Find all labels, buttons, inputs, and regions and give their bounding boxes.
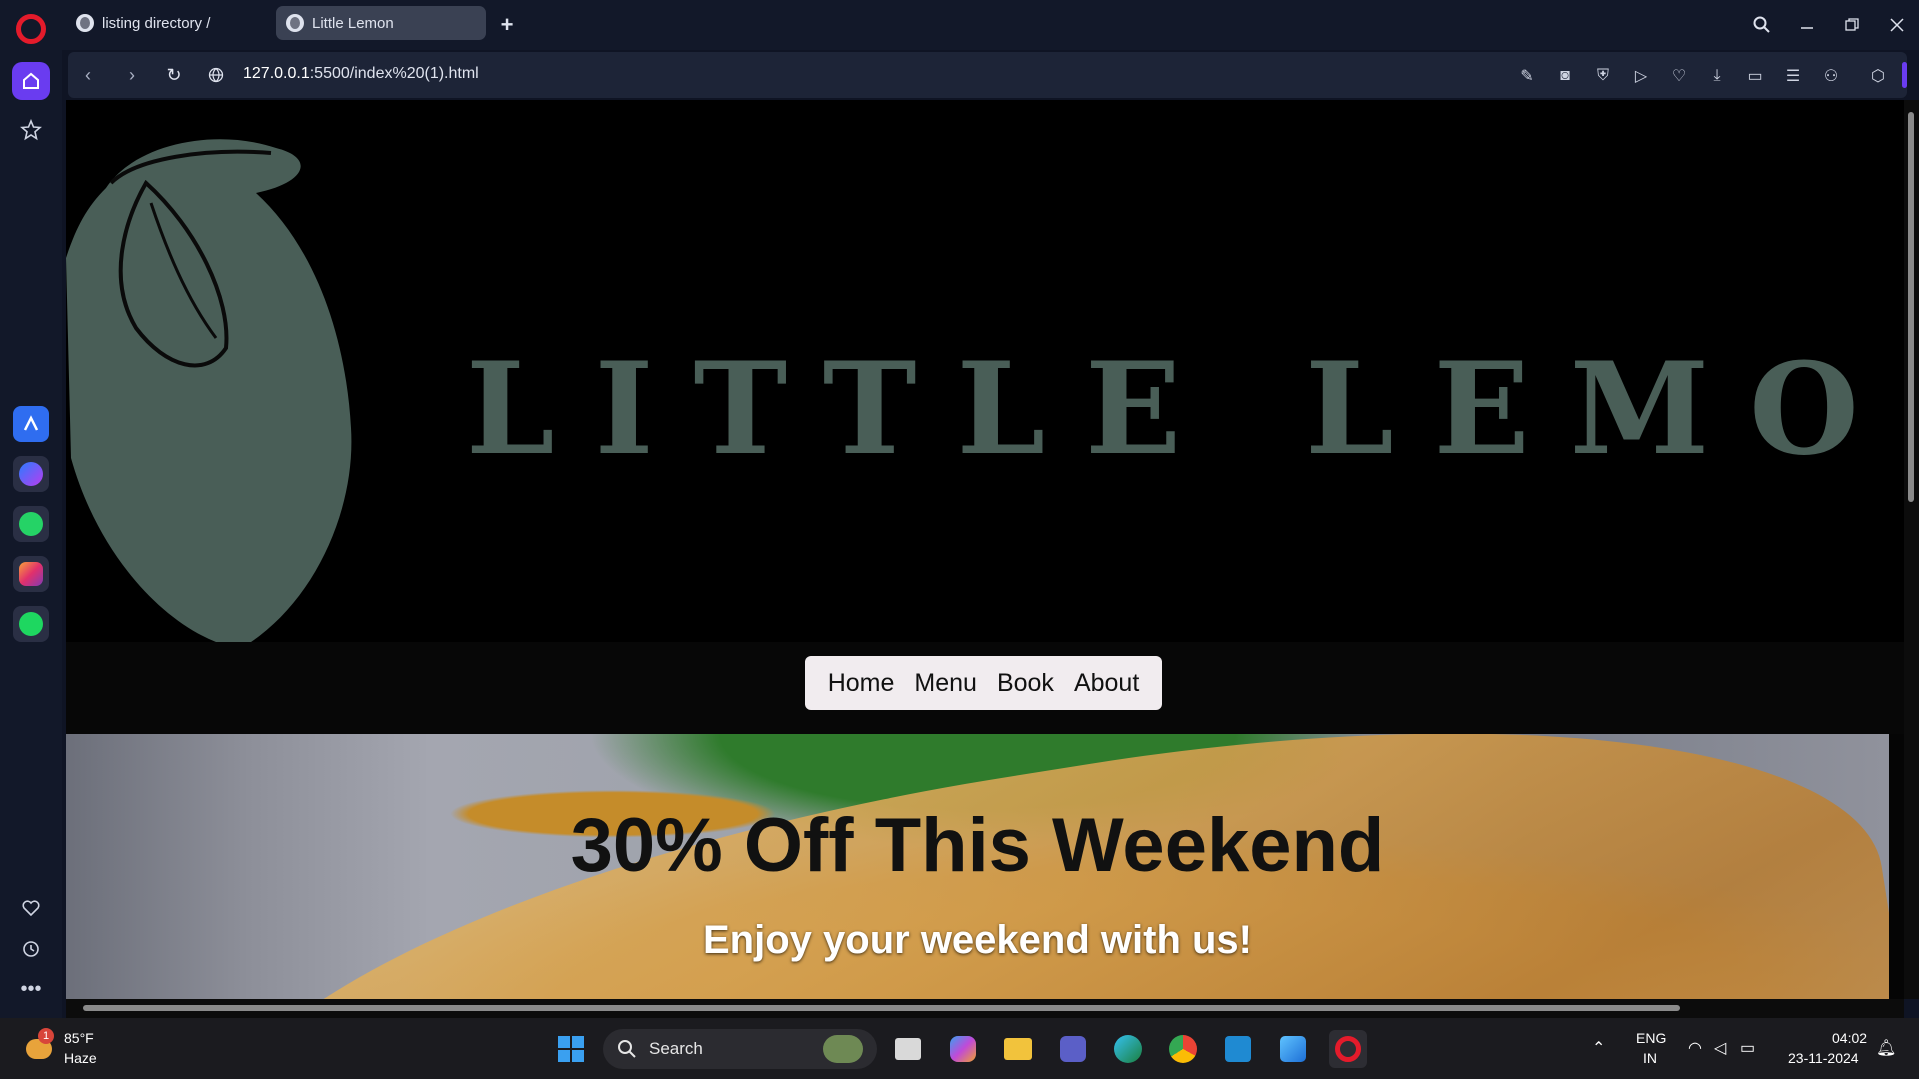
- more-dots-icon[interactable]: •••: [12, 970, 50, 1008]
- tab-listing-directory[interactable]: listing directory /: [66, 6, 276, 40]
- url-path: :5500/index%20(1).html: [309, 65, 479, 82]
- new-tab-plus-icon[interactable]: +: [492, 10, 522, 40]
- nav-link-about[interactable]: About: [1074, 669, 1139, 698]
- home-icon[interactable]: [12, 62, 50, 100]
- back-chevron-icon[interactable]: ‹: [74, 61, 102, 89]
- clock-date[interactable]: 23-11-2024: [1788, 1050, 1859, 1066]
- site-globe-icon[interactable]: [202, 61, 230, 89]
- horizontal-scroll-thumb[interactable]: [83, 1005, 1680, 1011]
- brand-wordmark: LITTLE LEMON: [466, 335, 1904, 483]
- taskbar-search[interactable]: Search: [603, 1029, 877, 1069]
- teams-icon[interactable]: [1054, 1030, 1092, 1068]
- extensions-cube-icon[interactable]: ⬡: [1865, 63, 1891, 89]
- task-view-icon[interactable]: [889, 1030, 927, 1068]
- globe-icon: [286, 14, 304, 32]
- site-header: LITTLE LEMON: [66, 100, 1904, 642]
- volume-icon[interactable]: ◁: [1714, 1038, 1726, 1058]
- opera-logo-icon[interactable]: [16, 14, 46, 44]
- download-icon[interactable]: ⤓: [1704, 63, 1730, 89]
- vertical-scrollbar[interactable]: [1904, 100, 1919, 999]
- nav-link-book[interactable]: Book: [997, 669, 1054, 698]
- chevron-up-icon[interactable]: ⌃: [1592, 1038, 1605, 1058]
- tab-little-lemon[interactable]: Little Lemon: [276, 6, 486, 40]
- hero-title: 30% Off This Weekend: [570, 803, 1385, 888]
- hero-banner: 30% Off This Weekend Enjoy your weekend …: [66, 734, 1889, 999]
- aria-ai-icon[interactable]: [13, 406, 49, 442]
- bookmarks-star-icon[interactable]: [12, 111, 50, 149]
- horizontal-scrollbar[interactable]: [66, 999, 1904, 1018]
- file-explorer-icon[interactable]: [999, 1030, 1037, 1068]
- settings-sliders-icon[interactable]: ☰: [1780, 63, 1806, 89]
- clock-time[interactable]: 04:02: [1832, 1030, 1867, 1046]
- url-host: 127.0.0.1: [243, 65, 310, 82]
- tag-icon[interactable]: ▭: [1742, 63, 1768, 89]
- whatsapp-icon[interactable]: [13, 506, 49, 542]
- url-field[interactable]: 127.0.0.1:5500/index%20(1).html: [243, 65, 479, 83]
- forward-chevron-icon[interactable]: ›: [118, 61, 146, 89]
- tab-label: listing directory /: [102, 14, 211, 32]
- battery-icon[interactable]: ▭: [1740, 1038, 1755, 1058]
- address-bar: ‹ › ↻ 127.0.0.1:5500/index%20(1).html ✎ …: [68, 52, 1907, 98]
- lang-top[interactable]: ENG: [1636, 1030, 1666, 1046]
- accent-strip: [1902, 62, 1907, 88]
- vertical-scroll-thumb[interactable]: [1908, 112, 1914, 502]
- tab-label: Little Lemon: [312, 14, 394, 32]
- reload-icon[interactable]: ↻: [160, 61, 188, 89]
- main-nav: Home Menu Book About: [805, 656, 1162, 710]
- weather-badge: 1: [38, 1028, 54, 1044]
- minimize-icon[interactable]: [1792, 10, 1822, 40]
- play-icon[interactable]: ▷: [1628, 63, 1654, 89]
- instagram-icon[interactable]: [13, 556, 49, 592]
- lemon-logo-icon: [66, 139, 352, 642]
- browser-sidebar: •••: [0, 0, 62, 1018]
- search-label: Search: [649, 1039, 703, 1058]
- windows-taskbar: 1 85°F Haze Search ⌃ ENG IN ◠ ◁ ▭ 04:02 …: [0, 1018, 1919, 1079]
- heart-icon[interactable]: [12, 889, 50, 927]
- photos-icon[interactable]: [1274, 1030, 1312, 1068]
- notification-bell-icon[interactable]: 🔔︎: [1876, 1038, 1896, 1058]
- restore-icon[interactable]: [1837, 10, 1867, 40]
- windows-start-icon[interactable]: [552, 1030, 590, 1068]
- lang-bottom[interactable]: IN: [1643, 1050, 1657, 1066]
- opera-taskbar-icon[interactable]: [1329, 1030, 1367, 1068]
- search-icon[interactable]: [1747, 10, 1777, 40]
- weather-desc: Haze: [64, 1050, 97, 1066]
- chrome-icon[interactable]: [1164, 1030, 1202, 1068]
- wifi-icon[interactable]: ◠: [1688, 1038, 1702, 1058]
- close-icon[interactable]: [1882, 10, 1912, 40]
- search-highlight-icon: [823, 1035, 863, 1063]
- search-icon: [618, 1040, 636, 1058]
- favorite-heart-icon[interactable]: ♡: [1666, 63, 1692, 89]
- weather-temp: 85°F: [64, 1030, 94, 1046]
- vscode-icon[interactable]: [1219, 1030, 1257, 1068]
- spotify-icon[interactable]: [13, 606, 49, 642]
- edge-icon[interactable]: [1109, 1030, 1147, 1068]
- messenger-icon[interactable]: [13, 456, 49, 492]
- profile-icon[interactable]: ⚇: [1818, 63, 1844, 89]
- shield-icon[interactable]: ⛨: [1590, 63, 1616, 89]
- tab-bar: listing directory / Little Lemon +: [62, 0, 1919, 50]
- page-viewport[interactable]: LITTLE LEMON Home Menu Book About 30% Of…: [66, 100, 1904, 999]
- nav-bar: Home Menu Book About: [66, 642, 1904, 734]
- history-clock-icon[interactable]: [12, 930, 50, 968]
- nav-link-home[interactable]: Home: [828, 669, 895, 698]
- nav-link-menu[interactable]: Menu: [914, 669, 977, 698]
- hero-subtitle: Enjoy your weekend with us!: [703, 918, 1252, 962]
- globe-icon: [76, 14, 94, 32]
- copilot-icon[interactable]: [944, 1030, 982, 1068]
- camera-icon[interactable]: ◙: [1552, 63, 1578, 89]
- edit-icon[interactable]: ✎: [1514, 63, 1540, 89]
